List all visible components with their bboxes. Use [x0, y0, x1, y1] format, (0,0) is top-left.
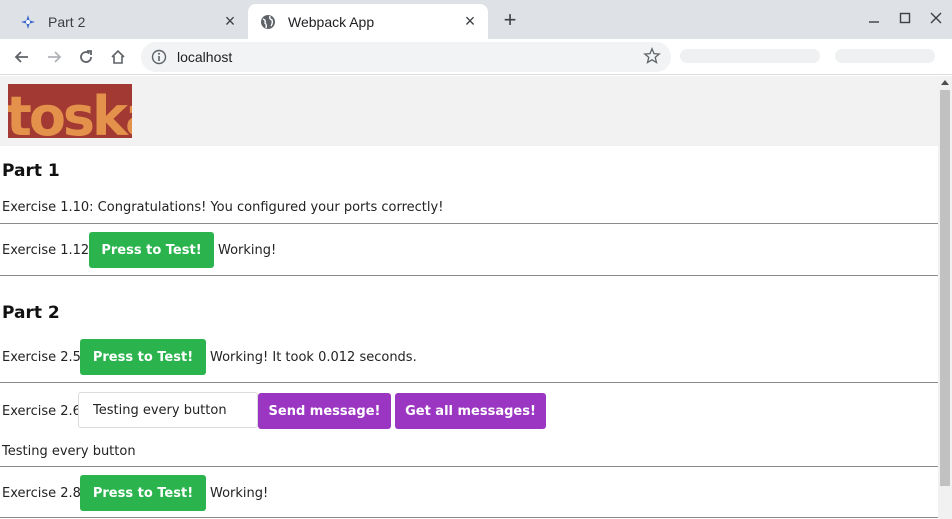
divider — [0, 466, 938, 467]
address-bar[interactable]: localhost — [141, 42, 671, 72]
divider — [0, 517, 938, 518]
exercise-2-6-label: Exercise 2.6: — [2, 404, 86, 419]
scroll-up-arrow-icon[interactable] — [941, 80, 949, 85]
close-window-icon[interactable] — [922, 6, 950, 30]
message-list-item: Testing every button — [2, 444, 136, 459]
url-text: localhost — [177, 49, 233, 65]
reload-icon[interactable] — [72, 43, 100, 71]
send-message-button[interactable]: Send message! — [258, 393, 391, 429]
bookmark-star-icon[interactable] — [643, 47, 663, 67]
forward-arrow-icon[interactable] — [40, 43, 68, 71]
blurred-extension-area — [680, 49, 820, 63]
sparkle-icon — [20, 14, 36, 30]
page-scrollbar[interactable] — [938, 76, 952, 519]
exercise-1-12-status: Working! — [218, 243, 277, 258]
minimize-icon[interactable] — [860, 6, 888, 30]
tab-title: Webpack App — [288, 13, 375, 30]
scrollbar-thumb[interactable] — [940, 90, 950, 486]
tab-webpack-app[interactable]: Webpack App × — [248, 4, 488, 39]
browser-toolbar: localhost — [0, 39, 952, 75]
page-viewport: toska Part 1 Exercise 1.10: Congratulati… — [0, 76, 952, 519]
browser-tab-strip: Part 2 × Webpack App × + — [0, 0, 952, 39]
exercise-1-12-label: Exercise 1.12: — [2, 243, 94, 258]
part2-title: Part 2 — [2, 303, 60, 323]
tab-part-2[interactable]: Part 2 × — [8, 4, 248, 39]
divider — [0, 223, 938, 224]
exercise-2-8-label: Exercise 2.8: — [2, 486, 86, 501]
toska-logo: toska — [6, 84, 161, 148]
exercise-1-12-test-button[interactable]: Press to Test! — [89, 232, 214, 268]
part1-title: Part 1 — [2, 161, 60, 181]
divider — [0, 275, 938, 276]
exercise-2-5-label: Exercise 2.5: — [2, 350, 86, 365]
svg-text:toska: toska — [8, 85, 132, 138]
globe-icon — [260, 14, 276, 30]
exercise-2-8-test-button[interactable]: Press to Test! — [80, 475, 206, 511]
exercise-2-5-test-button[interactable]: Press to Test! — [80, 339, 206, 375]
exercise-2-5-status: Working! It took 0.012 seconds. — [210, 350, 417, 365]
close-icon[interactable]: × — [458, 10, 482, 34]
tab-title: Part 2 — [48, 13, 86, 30]
back-arrow-icon[interactable] — [8, 43, 36, 71]
info-icon[interactable] — [151, 49, 167, 65]
exercise-2-8-status: Working! — [210, 486, 269, 501]
maximize-icon[interactable] — [891, 6, 919, 30]
new-tab-button[interactable]: + — [498, 7, 522, 32]
message-input[interactable] — [78, 392, 258, 428]
divider — [0, 382, 938, 383]
page-header: toska — [0, 76, 938, 148]
get-all-messages-button[interactable]: Get all messages! — [395, 393, 546, 429]
blurred-profile-area — [835, 49, 935, 63]
close-icon[interactable]: × — [218, 10, 242, 34]
exercise-1-10-text: Exercise 1.10: Congratulations! You conf… — [2, 200, 444, 215]
home-icon[interactable] — [104, 43, 132, 71]
